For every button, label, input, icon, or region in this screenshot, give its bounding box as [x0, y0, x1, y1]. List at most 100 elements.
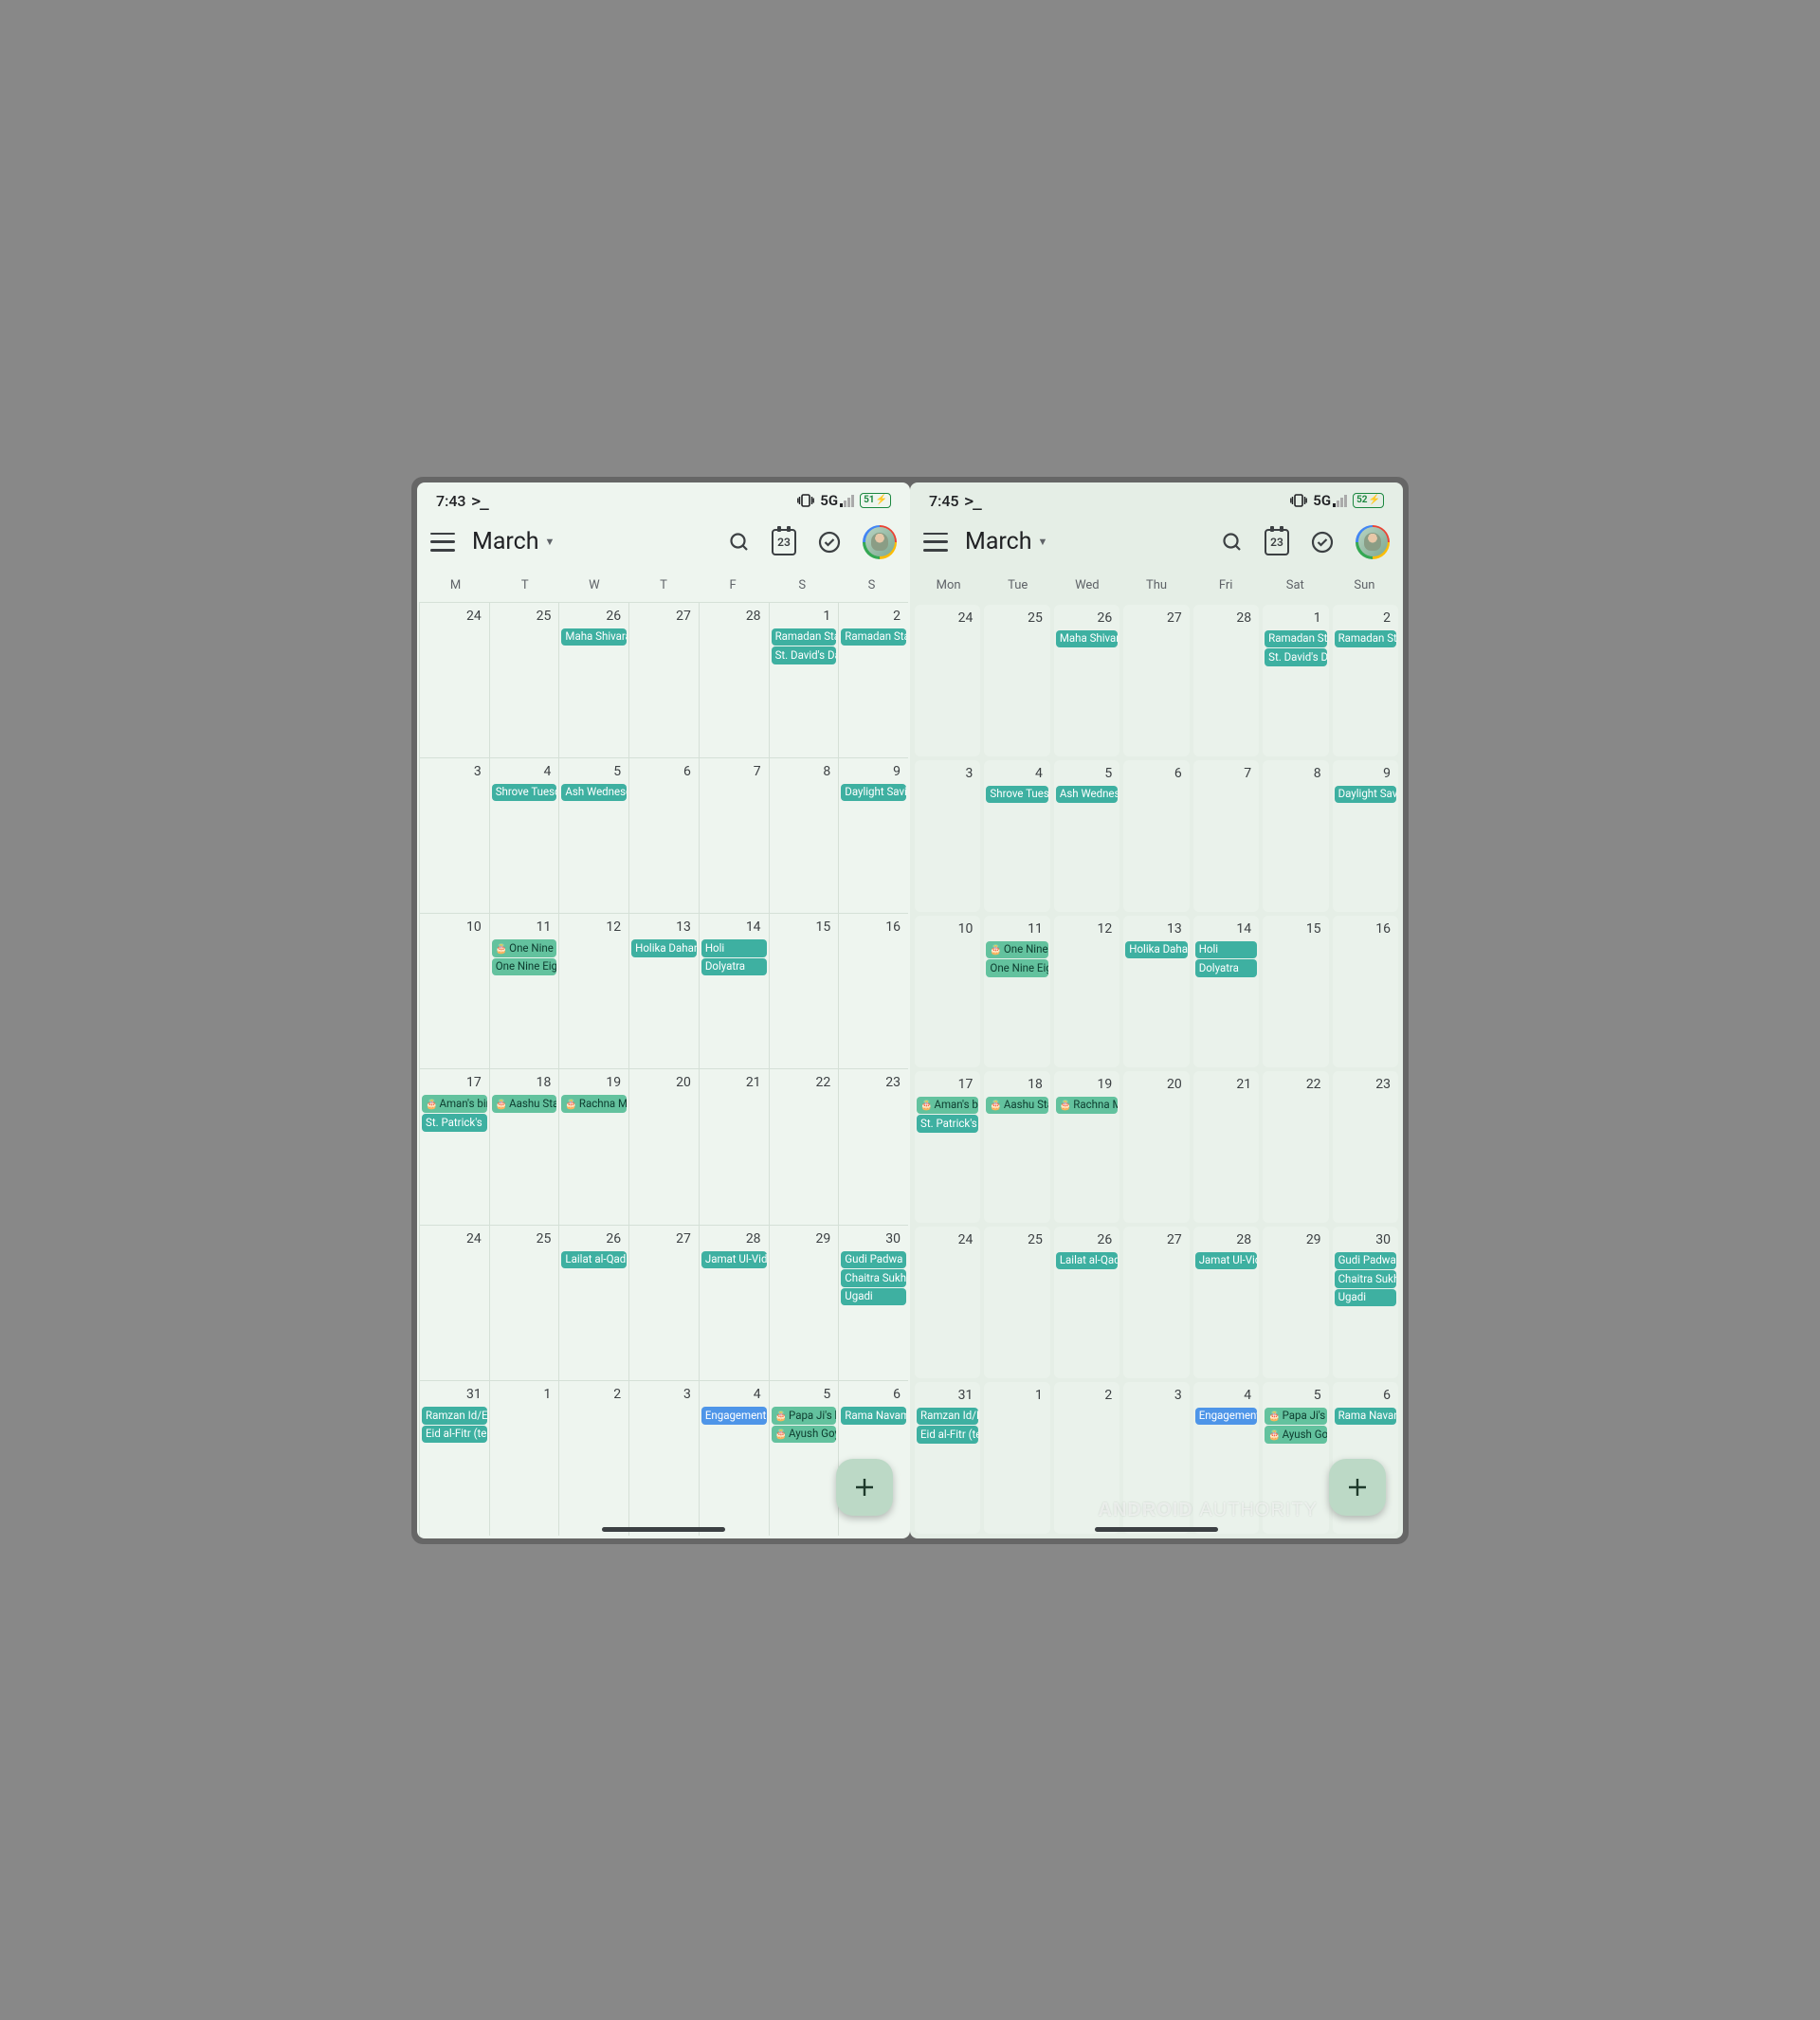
- calendar-event[interactable]: St. Patrick's: [422, 1114, 487, 1132]
- calendar-event[interactable]: Holika Dahan: [631, 939, 697, 957]
- calendar-event[interactable]: Ramadan Start: [841, 628, 906, 646]
- calendar-event[interactable]: Maha Shivaratri: [561, 628, 627, 646]
- day-cell[interactable]: 1: [489, 1380, 559, 1536]
- calendar-event[interactable]: Jamat Ul-Vida: [1195, 1252, 1257, 1270]
- calendar-event[interactable]: Daylight Saving: [841, 784, 906, 802]
- day-cell[interactable]: 13Holika Dahan: [628, 913, 699, 1068]
- calendar-event[interactable]: 🎂One Nine: [492, 939, 557, 957]
- day-cell[interactable]: 8: [1263, 760, 1328, 912]
- calendar-event[interactable]: Ramzan Id/Eid: [422, 1407, 487, 1425]
- day-cell[interactable]: 2: [558, 1380, 628, 1536]
- day-cell[interactable]: 2Ramadan Start: [1333, 605, 1398, 756]
- calendar-event[interactable]: Gudi Padwa: [1335, 1252, 1396, 1270]
- month-dropdown[interactable]: March ▼: [472, 528, 711, 555]
- day-cell[interactable]: 27: [1123, 605, 1189, 756]
- calendar-event[interactable]: Dolyatra: [1195, 959, 1257, 977]
- calendar-event[interactable]: Daylight Saving: [1335, 786, 1396, 804]
- calendar-event[interactable]: 🎂Papa Ji's birthday: [772, 1407, 837, 1425]
- day-cell[interactable]: 20: [1123, 1071, 1189, 1223]
- calendar-event[interactable]: Rama Navami: [1335, 1408, 1396, 1426]
- day-cell[interactable]: 25: [489, 1225, 559, 1380]
- day-cell[interactable]: 11🎂One NineOne Nine Eight: [984, 916, 1049, 1067]
- day-cell[interactable]: 27: [628, 602, 699, 757]
- day-cell[interactable]: 18🎂Aashu Star: [984, 1071, 1049, 1223]
- calendar-event[interactable]: Lailat al-Qadr: [1056, 1252, 1118, 1270]
- day-cell[interactable]: 2Ramadan Start: [838, 602, 908, 757]
- day-cell[interactable]: 6: [1123, 760, 1189, 912]
- calendar-event[interactable]: Ash Wednesday: [1056, 786, 1118, 804]
- day-cell[interactable]: 10: [915, 916, 980, 1067]
- day-cell[interactable]: 25: [984, 605, 1049, 756]
- day-cell[interactable]: 22: [1263, 1071, 1328, 1223]
- calendar-event[interactable]: Ash Wednesday: [561, 784, 627, 802]
- day-cell[interactable]: 24: [419, 602, 489, 757]
- day-cell[interactable]: 23: [1333, 1071, 1398, 1223]
- day-cell[interactable]: 26Maha Shivaratri: [558, 602, 628, 757]
- day-cell[interactable]: 31Ramzan Id/EidEid al-Fitr (tentative): [915, 1382, 980, 1534]
- calendar-event[interactable]: 🎂Papa Ji's birthday: [1265, 1408, 1326, 1426]
- add-event-fab[interactable]: [836, 1459, 893, 1516]
- calendar-event[interactable]: 🎂Aashu Star: [492, 1095, 557, 1113]
- calendar-event[interactable]: Gudi Padwa: [841, 1251, 906, 1269]
- day-cell[interactable]: 3: [915, 760, 980, 912]
- day-cell[interactable]: 21: [699, 1068, 769, 1224]
- day-cell[interactable]: 26Lailat al-Qadr: [1054, 1227, 1119, 1378]
- account-avatar[interactable]: [1356, 525, 1390, 559]
- today-button[interactable]: 23: [1265, 529, 1289, 555]
- day-cell[interactable]: 1Ramadan StartSt. David's Day: [1263, 605, 1328, 756]
- day-cell[interactable]: 12: [1054, 916, 1119, 1067]
- day-cell[interactable]: 21: [1193, 1071, 1259, 1223]
- menu-button[interactable]: [430, 533, 455, 552]
- day-cell[interactable]: 8: [769, 757, 839, 913]
- calendar-event[interactable]: Ugadi: [841, 1288, 906, 1306]
- calendar-event[interactable]: St. David's Day: [772, 646, 837, 664]
- day-cell[interactable]: 4Shrove Tuesday: [984, 760, 1049, 912]
- day-cell[interactable]: 19🎂Rachna M: [1054, 1071, 1119, 1223]
- day-cell[interactable]: 1: [984, 1382, 1049, 1534]
- calendar-event[interactable]: Rama Navami: [841, 1407, 906, 1425]
- day-cell[interactable]: 9Daylight Saving: [1333, 760, 1398, 912]
- home-indicator[interactable]: [602, 1527, 725, 1532]
- calendar-event[interactable]: Ramzan Id/Eid: [917, 1408, 978, 1426]
- calendar-event[interactable]: Ugadi: [1335, 1289, 1396, 1307]
- calendar-event[interactable]: Lailat al-Qadr: [561, 1251, 627, 1269]
- day-cell[interactable]: 5Ash Wednesday: [558, 757, 628, 913]
- calendar-event[interactable]: Holi: [701, 939, 767, 957]
- day-cell[interactable]: 30Gudi PadwaChaitra SukhladiUgadi: [1333, 1227, 1398, 1378]
- day-cell[interactable]: 15: [769, 913, 839, 1068]
- calendar-event[interactable]: 🎂Rachna M: [561, 1095, 627, 1113]
- calendar-event[interactable]: St. David's Day: [1265, 648, 1326, 666]
- add-event-fab[interactable]: [1329, 1459, 1386, 1516]
- day-cell[interactable]: 6: [628, 757, 699, 913]
- day-cell[interactable]: 12: [558, 913, 628, 1068]
- day-cell[interactable]: 5🎂Papa Ji's birthday🎂Ayush Goyal: [769, 1380, 839, 1536]
- calendar-event[interactable]: St. Patrick's: [917, 1115, 978, 1133]
- calendar-grid[interactable]: 242526Maha Shivaratri27281Ramadan StartS…: [417, 602, 910, 1538]
- calendar-event[interactable]: Eid al-Fitr (tentative): [422, 1426, 487, 1444]
- day-cell[interactable]: 17🎂Aman's birthdaySt. Patrick's: [915, 1071, 980, 1223]
- day-cell[interactable]: 26Maha Shivaratri: [1054, 605, 1119, 756]
- day-cell[interactable]: 22: [769, 1068, 839, 1224]
- day-cell[interactable]: 3: [628, 1380, 699, 1536]
- calendar-event[interactable]: 🎂One Nine: [986, 941, 1047, 959]
- tasks-button[interactable]: [1310, 530, 1335, 555]
- calendar-event[interactable]: Ramadan Start: [1335, 630, 1396, 648]
- calendar-event[interactable]: 🎂Ayush Goyal: [772, 1426, 837, 1444]
- calendar-event[interactable]: 🎂Ayush Goyal: [1265, 1426, 1326, 1444]
- day-cell[interactable]: 17🎂Aman's birthdaySt. Patrick's: [419, 1068, 489, 1224]
- calendar-event[interactable]: Holika Dahan: [1125, 941, 1187, 959]
- day-cell[interactable]: 5Ash Wednesday: [1054, 760, 1119, 912]
- account-avatar[interactable]: [863, 525, 897, 559]
- day-cell[interactable]: 24: [915, 1227, 980, 1378]
- day-cell[interactable]: 29: [1263, 1227, 1328, 1378]
- day-cell[interactable]: 16: [1333, 916, 1398, 1067]
- calendar-event[interactable]: 🎂Aman's birthday: [422, 1095, 487, 1113]
- day-cell[interactable]: 26Lailat al-Qadr: [558, 1225, 628, 1380]
- day-cell[interactable]: 24: [915, 605, 980, 756]
- day-cell[interactable]: 28Jamat Ul-Vida: [1193, 1227, 1259, 1378]
- calendar-event[interactable]: Engagement: [701, 1407, 767, 1425]
- day-cell[interactable]: 9Daylight Saving: [838, 757, 908, 913]
- day-cell[interactable]: 28Jamat Ul-Vida: [699, 1225, 769, 1380]
- calendar-event[interactable]: Shrove Tuesday: [492, 784, 557, 802]
- menu-button[interactable]: [923, 533, 948, 552]
